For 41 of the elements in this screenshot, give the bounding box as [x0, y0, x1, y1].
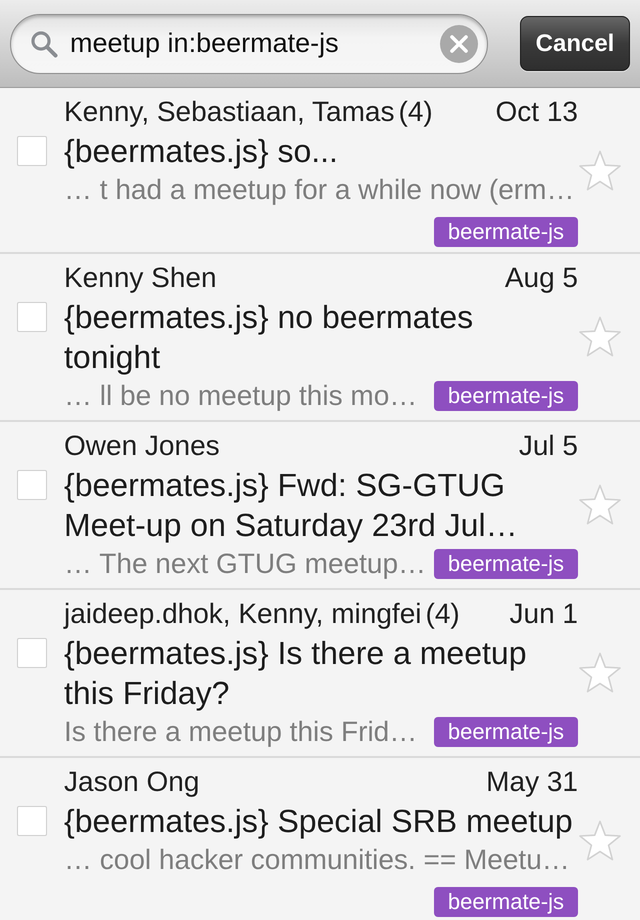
thread-date: Oct 13	[494, 95, 578, 129]
sender-name: Kenny, Sebastiaan, Tamas	[64, 95, 395, 129]
star-icon[interactable]	[578, 820, 622, 862]
star-icon[interactable]	[578, 652, 622, 694]
thread-date: Aug 5	[504, 261, 578, 295]
snippet-text: … ll be no meetup this mo…	[64, 379, 418, 413]
checkbox[interactable]	[17, 136, 47, 166]
star-icon[interactable]	[578, 150, 622, 192]
subject-text: {beermates.js} Is there a meetup this Friday?	[64, 634, 528, 713]
sender-name: jaideep.dhok, Kenny, mingfei	[64, 597, 422, 631]
thread-date: Jul 5	[518, 429, 578, 463]
checkbox[interactable]	[17, 806, 47, 836]
message-count: (4)	[426, 597, 460, 631]
label-tag: beermate-js	[434, 217, 578, 247]
thread-date: May 31	[485, 765, 578, 799]
label-tag: beermate-js	[434, 717, 578, 747]
clear-button[interactable]	[440, 24, 478, 62]
checkbox[interactable]	[17, 470, 47, 500]
subject-text: {beermates.js} no beermates tonight	[64, 298, 474, 377]
snippet-text: … The next GTUG meetup…	[64, 547, 426, 581]
sender-name: Jason Ong	[64, 765, 200, 799]
label-tag: beermate-js	[434, 887, 578, 917]
subject-text: {beermates.js} Fwd: SG-GTUG Meet-up on Saturday 23rd Jul…	[64, 466, 519, 545]
checkbox[interactable]	[17, 302, 47, 332]
cancel-button[interactable]: Cancel	[520, 16, 630, 71]
snippet-text: Is there a meetup this Frid…	[64, 715, 418, 749]
search-field[interactable]: meetup in:beermate-js	[10, 14, 488, 74]
star-icon[interactable]	[578, 316, 622, 358]
label-tag: beermate-js	[434, 549, 578, 579]
snippet-text: … cool hacker communities. == Meetu…	[64, 843, 570, 877]
label-tag: beermate-js	[434, 381, 578, 411]
search-icon	[30, 30, 58, 58]
thread-date: Jun 1	[508, 597, 578, 631]
sender-name: Owen Jones	[64, 429, 220, 463]
subject-text: {beermates.js} so...	[64, 132, 339, 171]
subject-text: {beermates.js} Special SRB meetup	[64, 802, 574, 841]
star-icon[interactable]	[578, 484, 622, 526]
checkbox[interactable]	[17, 638, 47, 668]
snippet-text: … t had a meetup for a while now (erm…	[64, 173, 574, 207]
sender-name: Kenny Shen	[64, 261, 217, 295]
message-count: (4)	[398, 95, 433, 129]
